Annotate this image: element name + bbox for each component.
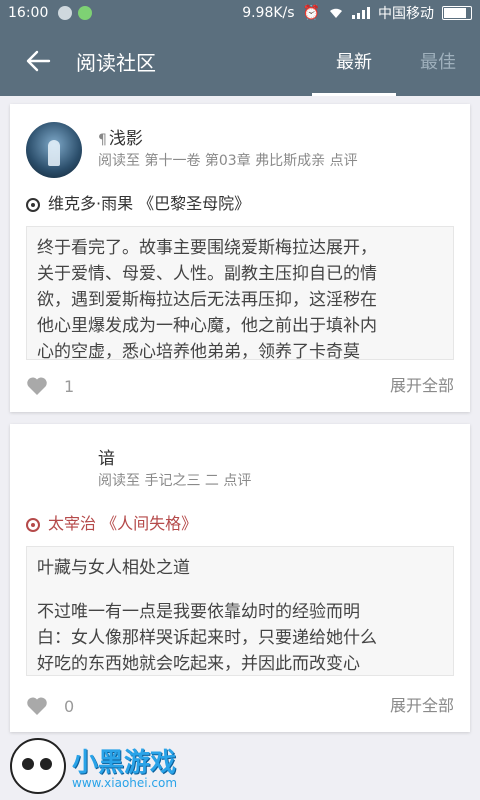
avatar[interactable] xyxy=(26,122,82,178)
heart-icon xyxy=(27,697,47,715)
book-title[interactable]: 太宰治 《人间失格》 xyxy=(26,510,197,534)
username-text: 浅影 xyxy=(108,129,143,149)
book-ring-icon xyxy=(26,518,40,532)
pilcrow-icon: ¶ xyxy=(98,132,107,148)
message-icon xyxy=(58,6,73,20)
like-count: 0 xyxy=(64,696,75,716)
page-title: 阅读社区 xyxy=(76,50,156,75)
username[interactable]: ¶ 浅影 xyxy=(98,124,143,149)
alarm-icon: ⏰ xyxy=(302,5,320,21)
book-title-text: 太宰治 《人间失格》 xyxy=(48,514,198,533)
tab-bar: 最新 最佳 xyxy=(312,26,480,96)
excerpt-line: 他心里爆发成为一种心魔，他之前出于填补内 xyxy=(37,316,377,336)
watermark-brand: 小黑游戏 xyxy=(72,748,177,778)
wifi-icon xyxy=(330,8,342,18)
excerpt-line: 好吃的东西她就会吃起来，并因此而改变心 xyxy=(37,654,360,674)
post-card[interactable]: 谙 阅读至 手记之三 二 点评 太宰治 《人间失格》 叶藏与女人相处之道 不过唯… xyxy=(10,424,470,732)
excerpt-line: 关于爱情、母爱、人性。副教主压抑自已的情 xyxy=(37,264,377,284)
book-title[interactable]: 维克多·雨果 《巴黎圣母院》 xyxy=(26,190,250,214)
excerpt-line: 白：女人像那样哭诉起来时，只要递给她什么 xyxy=(37,628,377,648)
excerpt-line: 不过唯一有一点是我要依靠幼时的经验而明 xyxy=(37,602,360,622)
status-right: 9.98K/s ⏰ 中国移动 xyxy=(242,3,472,23)
tab-latest[interactable]: 最新 xyxy=(312,26,396,96)
battery-icon xyxy=(442,6,472,20)
expand-all-link[interactable]: 展开全部 xyxy=(390,372,454,396)
excerpt-title: 叶藏与女人相处之道 xyxy=(37,558,190,578)
signal-icon xyxy=(352,7,370,19)
status-time: 16:00 xyxy=(8,5,49,21)
watermark-url: www.xiaohei.com xyxy=(72,776,178,790)
app-bar: 阅读社区 最新 最佳 xyxy=(0,26,480,96)
reading-progress: 阅读至 手记之三 二 点评 xyxy=(98,473,252,489)
net-speed: 9.98K/s xyxy=(242,5,295,21)
back-button[interactable] xyxy=(18,41,58,81)
post-card[interactable]: ¶ 浅影 阅读至 第十一卷 第03章 弗比斯成亲 点评 维克多·雨果 《巴黎圣母院… xyxy=(10,104,470,412)
carrier: 中国移动 xyxy=(378,6,434,22)
notification-icons xyxy=(58,6,93,20)
arrow-left-icon xyxy=(26,50,51,72)
heart-icon xyxy=(27,377,47,395)
post-excerpt[interactable]: 叶藏与女人相处之道 不过唯一有一点是我要依靠幼时的经验而明 白：女人像那样哭诉起… xyxy=(26,546,454,676)
expand-all-link[interactable]: 展开全部 xyxy=(390,692,454,716)
like-button[interactable]: 0 xyxy=(26,696,74,716)
username[interactable]: 谙 xyxy=(98,444,115,469)
excerpt-line: 心的空虚，悉心培养他弟弟，领养了卡奇莫 xyxy=(37,342,360,360)
status-bar: 16:00 9.98K/s ⏰ 中国移动 xyxy=(0,0,480,26)
post-excerpt[interactable]: 终于看完了。故事主要围绕爱斯梅拉达展开， 关于爱情、母爱、人性。副教主压抑自已的… xyxy=(26,226,454,360)
username-text: 谙 xyxy=(98,449,115,469)
tab-best[interactable]: 最佳 xyxy=(396,26,480,96)
excerpt-line: 终于看完了。故事主要围绕爱斯梅拉达展开， xyxy=(37,238,377,258)
panda-icon xyxy=(10,738,66,794)
wechat-icon xyxy=(78,6,93,20)
watermark-logo: 小黑游戏 www.xiaohei.com xyxy=(10,736,210,796)
like-button[interactable]: 1 xyxy=(26,376,74,396)
reading-progress: 阅读至 第十一卷 第03章 弗比斯成亲 点评 xyxy=(98,153,358,169)
book-ring-icon xyxy=(26,198,40,212)
book-title-text: 维克多·雨果 《巴黎圣母院》 xyxy=(48,194,251,213)
excerpt-line: 欲，遇到爱斯梅拉达后无法再压抑，这淫秽在 xyxy=(37,290,377,310)
like-count: 1 xyxy=(64,376,75,396)
